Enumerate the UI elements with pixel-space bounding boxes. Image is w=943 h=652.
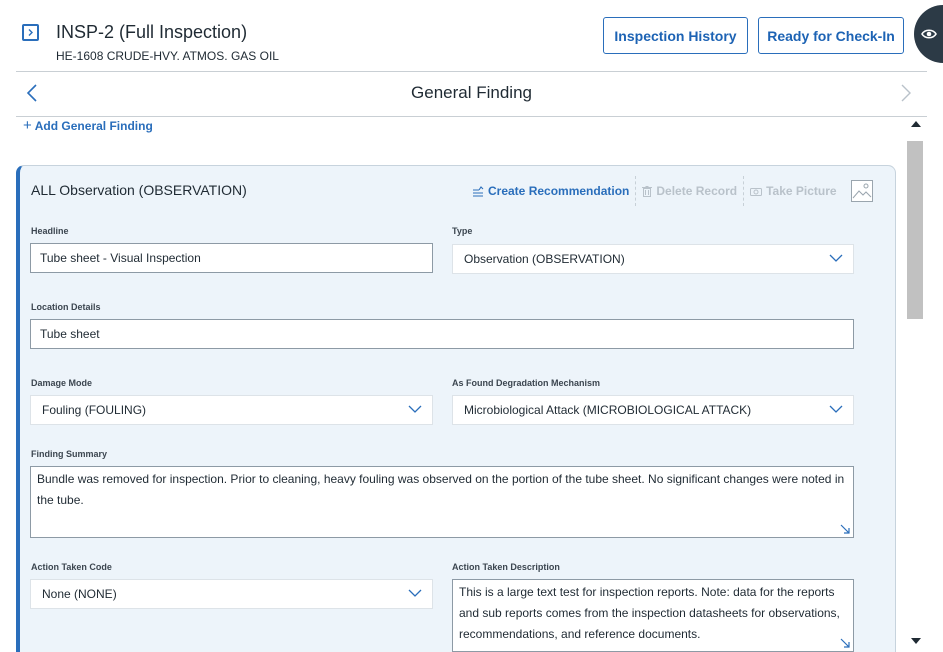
finding-summary-value: Bundle was removed for inspection. Prior… xyxy=(37,472,845,507)
ready-for-checkin-button[interactable]: Ready for Check-In xyxy=(758,17,904,54)
delete-record-label: Delete Record xyxy=(656,184,738,198)
action-taken-description-textarea[interactable]: This is a large text test for inspection… xyxy=(452,579,854,652)
chevron-down-icon xyxy=(829,405,843,413)
type-label: Type xyxy=(452,226,473,236)
camera-icon xyxy=(750,187,763,196)
location-input[interactable]: Tube sheet xyxy=(30,319,854,349)
location-label: Location Details xyxy=(31,302,101,312)
action-taken-code-value: None (NONE) xyxy=(42,587,117,601)
plus-icon: + xyxy=(23,117,32,134)
location-value: Tube sheet xyxy=(40,327,100,341)
app-header: INSP-2 (Full Inspection) HE-1608 CRUDE-H… xyxy=(0,0,943,72)
add-general-finding-link[interactable]: + Add General Finding xyxy=(23,117,153,134)
degradation-label: As Found Degradation Mechanism xyxy=(452,378,601,388)
asset-subtitle: HE-1608 CRUDE-HVY. ATMOS. GAS OIL xyxy=(56,49,279,63)
headline-value: Tube sheet - Visual Inspection xyxy=(40,251,201,265)
degradation-select[interactable]: Microbiological Attack (MICROBIOLOGICAL … xyxy=(452,395,854,425)
chevron-down-icon xyxy=(829,254,843,262)
card-title: ALL Observation (OBSERVATION) xyxy=(31,182,247,198)
action-taken-code-label: Action Taken Code xyxy=(31,562,112,572)
take-picture-button[interactable]: Take Picture xyxy=(744,176,842,206)
action-taken-description-value: This is a large text test for inspection… xyxy=(459,585,840,641)
section-nav: General Finding xyxy=(16,72,927,117)
section-title: General Finding xyxy=(411,83,532,102)
damage-mode-label: Damage Mode xyxy=(31,378,93,388)
add-general-finding-label: Add General Finding xyxy=(34,119,153,133)
nav-divider xyxy=(16,116,927,117)
trash-icon xyxy=(642,185,653,197)
scroll-down-arrow-icon[interactable] xyxy=(911,638,921,644)
card-actions: Create Recommendation Delete Record Take… xyxy=(466,176,873,206)
headline-label: Headline xyxy=(31,226,69,236)
create-recommendation-label: Create Recommendation xyxy=(488,184,630,198)
degradation-value: Microbiological Attack (MICROBIOLOGICAL … xyxy=(464,403,752,417)
create-recommendation-icon xyxy=(473,185,484,197)
floating-action-button[interactable] xyxy=(914,5,943,63)
eye-icon xyxy=(921,29,937,39)
inspection-history-button[interactable]: Inspection History xyxy=(603,17,748,54)
vertical-scrollbar[interactable] xyxy=(907,117,923,652)
finding-summary-textarea[interactable]: Bundle was removed for inspection. Prior… xyxy=(30,466,854,538)
scrollbar-thumb[interactable] xyxy=(907,141,923,319)
delete-record-button[interactable]: Delete Record xyxy=(636,176,743,206)
scroll-up-arrow-icon[interactable] xyxy=(911,121,921,127)
resize-icon[interactable] xyxy=(840,524,850,534)
damage-mode-value: Fouling (FOULING) xyxy=(42,403,147,417)
chevron-down-icon xyxy=(408,405,422,413)
finding-summary-label: Finding Summary xyxy=(31,449,108,459)
type-select[interactable]: Observation (OBSERVATION) xyxy=(452,244,854,274)
image-icon[interactable] xyxy=(850,180,873,202)
action-taken-description-label: Action Taken Description xyxy=(452,562,560,572)
sidebar-toggle-icon[interactable] xyxy=(22,24,39,41)
take-picture-label: Take Picture xyxy=(766,184,837,198)
chevron-right-icon[interactable] xyxy=(900,84,912,107)
finding-card: ALL Observation (OBSERVATION) Create Rec… xyxy=(16,165,896,652)
action-taken-code-select[interactable]: None (NONE) xyxy=(30,579,433,609)
page-title: INSP-2 (Full Inspection) xyxy=(56,22,248,42)
type-value: Observation (OBSERVATION) xyxy=(464,252,625,266)
create-recommendation-button[interactable]: Create Recommendation xyxy=(466,176,635,206)
resize-icon[interactable] xyxy=(840,638,850,648)
headline-input[interactable]: Tube sheet - Visual Inspection xyxy=(30,243,433,273)
damage-mode-select[interactable]: Fouling (FOULING) xyxy=(30,395,433,425)
chevron-down-icon xyxy=(408,589,422,597)
